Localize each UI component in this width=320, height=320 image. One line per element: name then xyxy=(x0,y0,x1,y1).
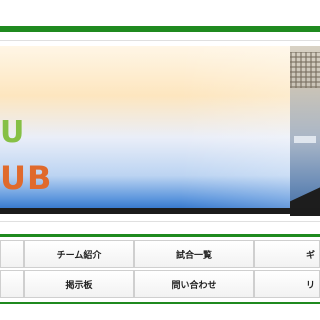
nav-item-partial-left-1[interactable] xyxy=(0,240,24,268)
photo-sign xyxy=(294,136,316,143)
header-photo xyxy=(290,46,320,216)
nav-item-bbs[interactable]: 掲示板 xyxy=(24,270,134,298)
global-nav: チーム紹介 試合一覧 ギ 掲示板 問い合わせ リ xyxy=(0,240,320,300)
nav-item-contact[interactable]: 問い合わせ xyxy=(134,270,254,298)
top-accent-bar xyxy=(0,26,320,32)
nav-item-team-intro[interactable]: チーム紹介 xyxy=(24,240,134,268)
logo-text-line1: U xyxy=(0,115,25,150)
nav-item-match-list[interactable]: 試合一覧 xyxy=(134,240,254,268)
logo-text-line2: UB xyxy=(0,159,53,197)
stadium-stands-image xyxy=(290,52,320,88)
nav-item-partial-right-2[interactable]: リ xyxy=(254,270,320,298)
nav-item-partial-left-2[interactable] xyxy=(0,270,24,298)
nav-bottom-border xyxy=(0,302,320,304)
header-banner[interactable]: U UB xyxy=(0,46,300,212)
nav-item-partial-right-1[interactable]: ギ xyxy=(254,240,320,268)
banner-bottom-edge xyxy=(0,208,320,214)
page: U UB チーム紹介 試合一覧 ギ 掲示板 問い合わせ リ xyxy=(0,0,320,320)
nav-top-border xyxy=(0,234,320,237)
